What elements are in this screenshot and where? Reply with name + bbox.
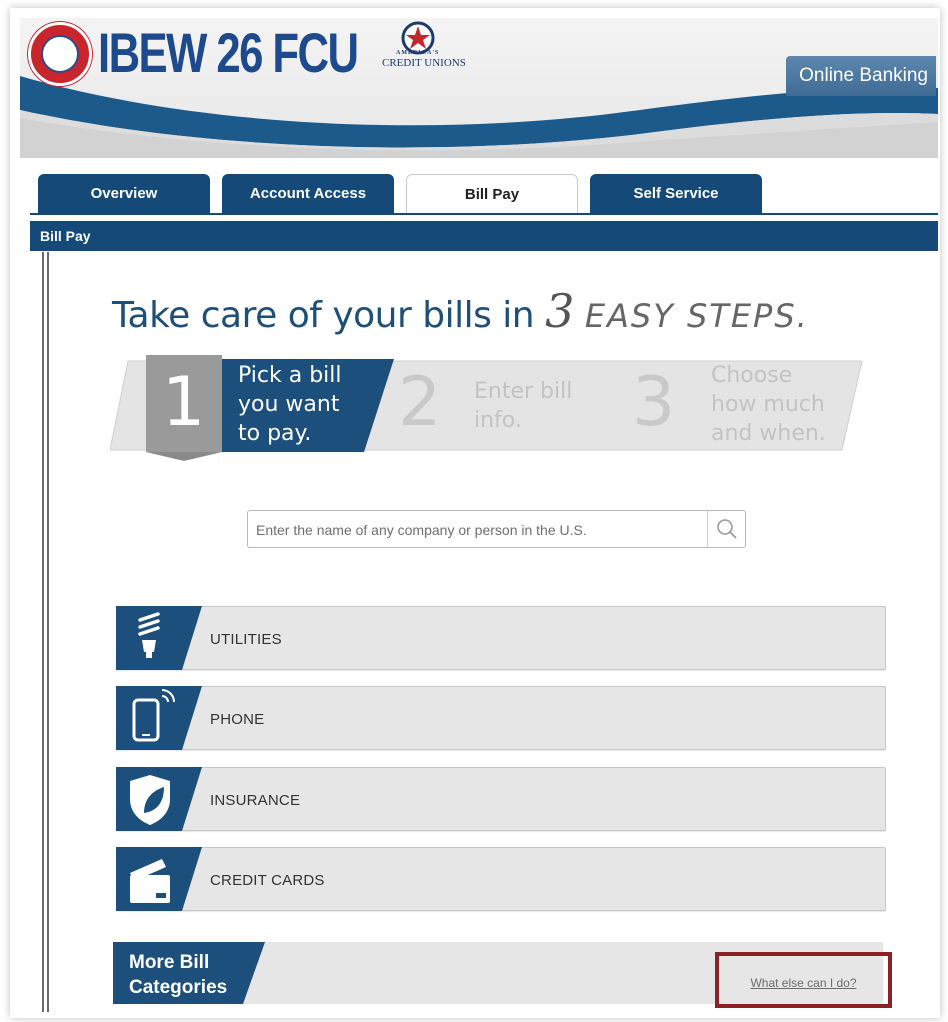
credit-unions-top-text: AMERICA'S	[396, 50, 440, 56]
steps-banner: 1 Pick a bill you want to pay. 2 Enter bil…	[110, 355, 870, 465]
category-label: CREDIT CARDS	[210, 872, 325, 889]
category-label: INSURANCE	[210, 792, 301, 809]
step-3-text: Choose how much and when.	[711, 363, 826, 446]
payee-search	[247, 510, 746, 548]
more-categories-label: More Bill Categories	[129, 952, 228, 998]
tab-overview[interactable]: Overview	[38, 174, 210, 214]
category-insurance[interactable]: INSURANCE	[116, 767, 886, 831]
category-label: PHONE	[210, 711, 265, 728]
tab-account-access[interactable]: Account Access	[222, 174, 394, 214]
union-seal-logo	[28, 22, 92, 86]
headline-text: Take care of your bills in	[112, 295, 535, 336]
tab-bill-pay[interactable]: Bill Pay	[406, 174, 578, 214]
mobile-phone-icon	[116, 686, 202, 750]
section-title: Bill Pay	[30, 221, 938, 251]
credit-unions-bottom-text: CREDIT UNIONS	[382, 57, 466, 69]
tab-self-service[interactable]: Self Service	[590, 174, 762, 214]
brand-name: IBEW 26 FCU	[98, 21, 359, 84]
divider	[47, 252, 49, 1012]
step-1-text: Pick a bill you want to pay.	[238, 363, 342, 446]
category-label: UTILITIES	[210, 631, 282, 648]
search-button[interactable]	[707, 511, 745, 547]
search-icon	[717, 519, 737, 539]
page-headline: Take care of your bills in 3 EASY STEPS.	[112, 284, 809, 338]
light-bulb-icon	[116, 606, 202, 670]
step-2-text: Enter bill info.	[474, 379, 573, 433]
category-utilities[interactable]: UTILITIES	[116, 606, 886, 670]
tab-underline	[30, 213, 938, 215]
credit-card-icon	[116, 847, 202, 911]
headline-emphasis: EASY STEPS.	[584, 297, 809, 335]
what-else-link[interactable]: What else can I do?	[750, 976, 856, 990]
shield-leaf-icon	[116, 767, 202, 831]
online-banking-tab[interactable]: Online Banking	[786, 56, 936, 96]
step-1-number: 1	[162, 363, 206, 442]
category-credit-cards[interactable]: CREDIT CARDS	[116, 847, 886, 911]
credit-unions-logo: AMERICA'S CREDIT UNIONS	[380, 20, 466, 76]
payee-search-input[interactable]	[256, 519, 704, 541]
site-header: IBEW 26 FCU AMERICA'S CREDIT UNIONS Onli…	[20, 18, 938, 158]
divider	[42, 252, 44, 1012]
category-phone[interactable]: PHONE	[116, 686, 886, 750]
step-2-number: 2	[398, 363, 442, 442]
step-3-number: 3	[632, 363, 676, 442]
headline-number: 3	[545, 284, 574, 338]
what-else-highlight: What else can I do?	[715, 952, 892, 1008]
